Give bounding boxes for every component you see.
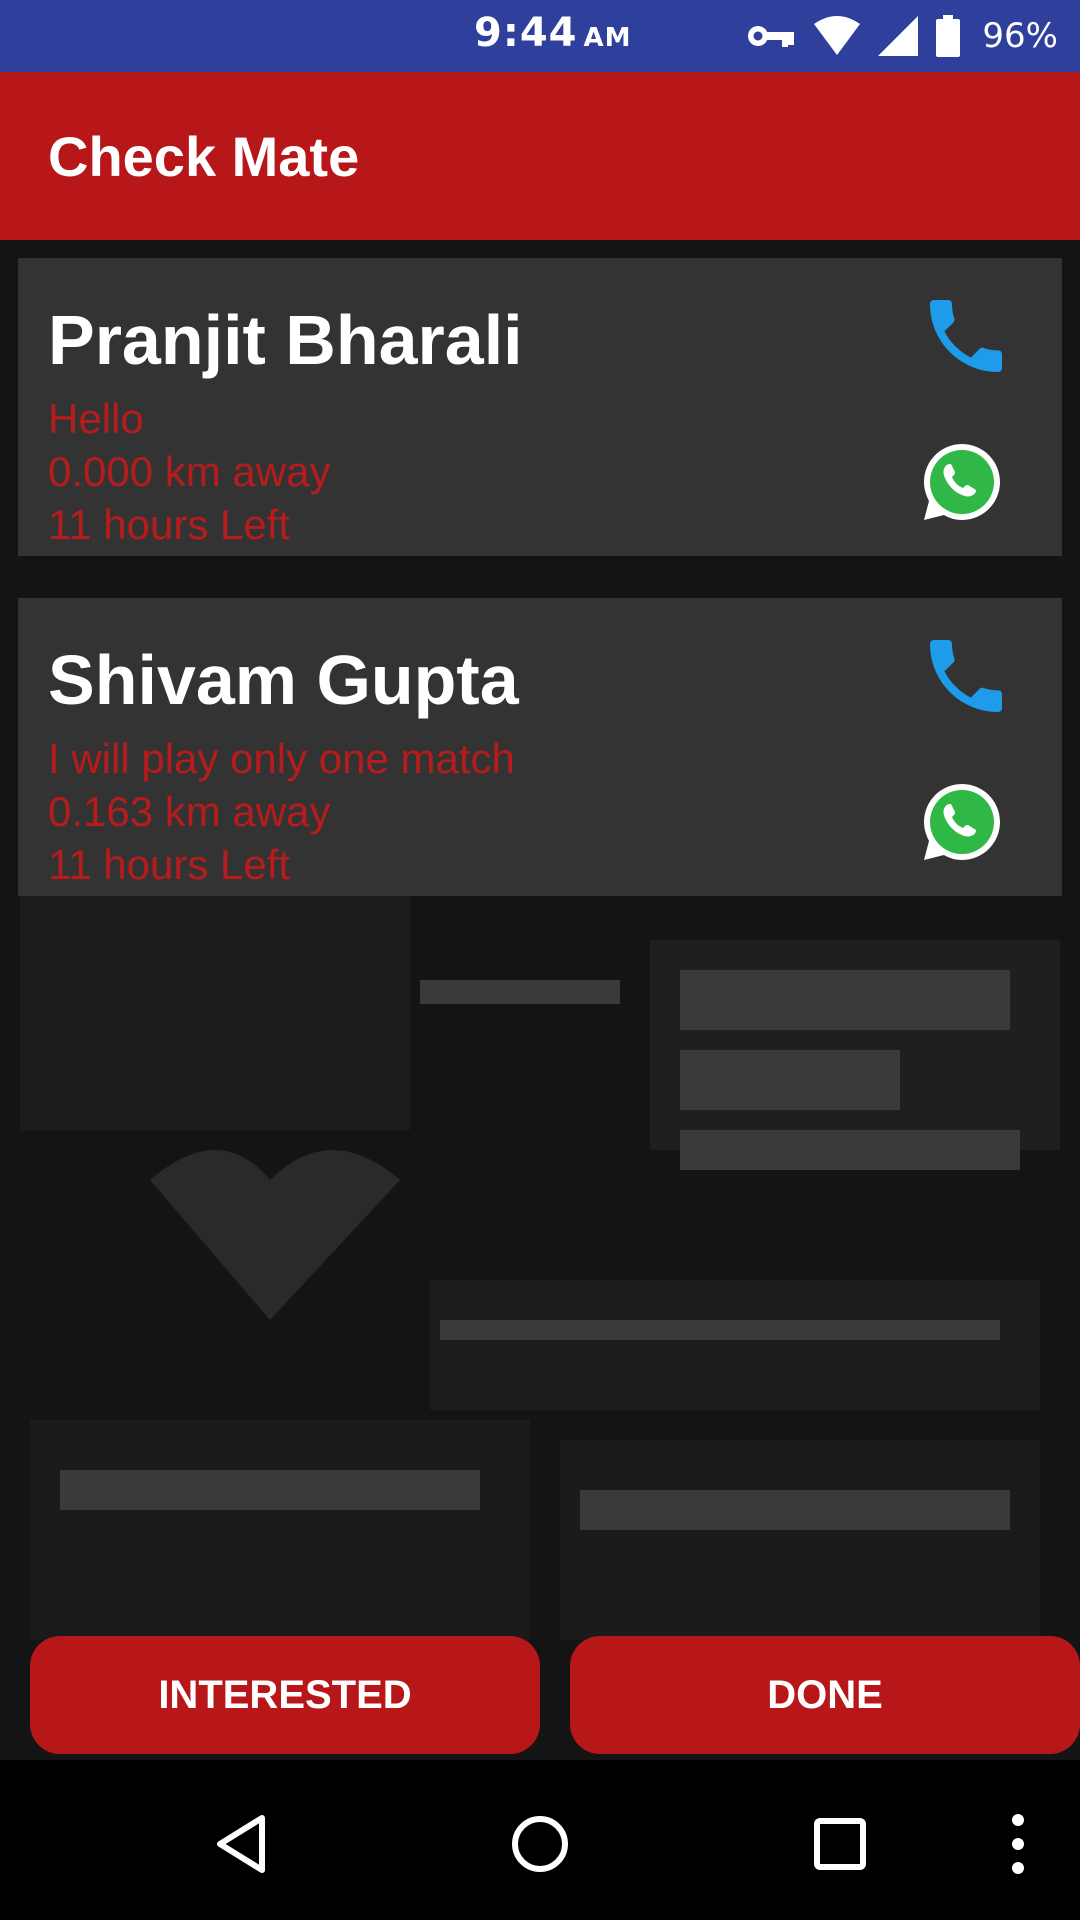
player-card[interactable]: Shivam Gupta I will play only one match … [18, 598, 1062, 896]
status-time: 9:44 AM [474, 10, 632, 56]
done-button[interactable]: DONE [570, 1636, 1080, 1754]
status-time-value: 9:44 [474, 10, 578, 56]
whatsapp-icon [924, 444, 1000, 520]
player-name: Shivam Gupta [48, 641, 519, 719]
app-bar: Check Mate [0, 72, 1080, 240]
player-name: Pranjit Bharali [48, 301, 523, 379]
app-title: Check Mate [48, 125, 360, 188]
player-message: Hello [48, 395, 144, 442]
call-button[interactable] [918, 628, 1014, 724]
phone-icon [930, 300, 1002, 372]
player-distance: 0.163 km away [48, 788, 331, 835]
whatsapp-icon [924, 784, 1000, 860]
player-card[interactable]: Pranjit Bharali Hello 0.000 km away 11 h… [18, 258, 1062, 556]
status-bar: 9:44 AM 96% [0, 0, 1080, 72]
player-message: I will play only one match [48, 735, 515, 782]
interested-button[interactable]: INTERESTED [30, 1636, 540, 1754]
back-icon[interactable] [214, 1814, 268, 1874]
vpn-key-icon [748, 26, 795, 47]
whatsapp-button[interactable] [920, 440, 1004, 524]
phone-icon [930, 640, 1002, 712]
player-time-left: 11 hours Left [48, 841, 291, 888]
player-time-left: 11 hours Left [48, 501, 291, 548]
overflow-menu-icon[interactable] [1010, 1812, 1026, 1876]
status-icons: 96% [746, 14, 1058, 58]
home-icon[interactable] [510, 1814, 570, 1874]
recents-icon[interactable] [814, 1818, 866, 1870]
navigation-bar [0, 1760, 1080, 1920]
player-distance: 0.000 km away [48, 448, 331, 495]
status-time-ampm: AM [583, 23, 632, 53]
wifi-icon [814, 16, 861, 55]
call-button[interactable] [918, 288, 1014, 384]
battery-percent: 96% [982, 16, 1058, 56]
battery-icon [936, 15, 961, 57]
whatsapp-button[interactable] [920, 780, 1004, 864]
signal-icon [878, 16, 919, 56]
